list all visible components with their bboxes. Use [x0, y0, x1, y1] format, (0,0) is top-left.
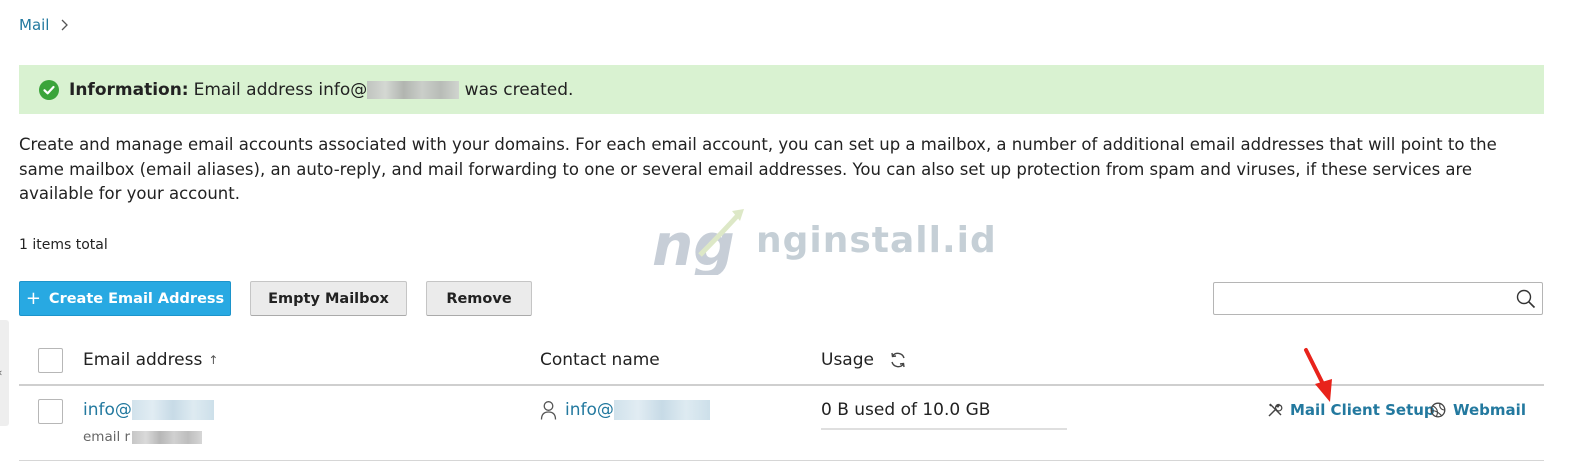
- search-icon[interactable]: [1516, 289, 1536, 309]
- items-total: 1 items total: [19, 237, 108, 253]
- column-email-label: Email address: [83, 350, 203, 370]
- sort-ascending-icon: ↑: [208, 353, 219, 367]
- redacted-domain: [367, 80, 460, 99]
- watermark-text: nginstall.id: [756, 219, 997, 261]
- contact-name-text: info@: [565, 400, 614, 420]
- side-panel-toggle[interactable]: ‹: [0, 320, 9, 426]
- redacted-domain: [131, 400, 214, 420]
- usage-progress-bar: [821, 428, 1067, 430]
- success-alert: Information: Email address info@ was cre…: [19, 65, 1544, 114]
- column-usage-header: Usage: [821, 350, 908, 370]
- mail-client-setup-link[interactable]: Mail Client Setup: [1267, 401, 1435, 419]
- user-icon: [540, 401, 557, 420]
- alert-text-after: was created.: [459, 79, 574, 100]
- watermark-ng-mark: ng: [652, 209, 744, 275]
- tools-icon: [1268, 403, 1283, 417]
- select-all-checkbox[interactable]: [38, 348, 63, 373]
- chevron-left-icon: ‹: [0, 366, 2, 379]
- alert-label: Information:: [69, 79, 189, 100]
- watermark-logo: ng nginstall.id: [650, 205, 997, 275]
- breadcrumb-mail-link[interactable]: Mail: [19, 16, 49, 34]
- redacted-text: [132, 430, 203, 444]
- column-contact-header: Contact name: [540, 350, 660, 370]
- chevron-right-icon: [62, 19, 69, 31]
- email-address-text: info@: [83, 400, 132, 420]
- create-email-address-label: Create Email Address: [48, 290, 225, 307]
- redacted-domain: [613, 400, 710, 420]
- empty-mailbox-button[interactable]: Empty Mailbox: [250, 281, 407, 316]
- webmail-label: Webmail: [1453, 401, 1526, 419]
- globe-icon: [1430, 402, 1446, 418]
- remove-button[interactable]: Remove: [426, 281, 532, 316]
- email-subtext-label: email r: [83, 429, 131, 445]
- annotation-arrow: [1304, 348, 1332, 402]
- page-description: Create and manage email accounts associa…: [19, 135, 1497, 203]
- search-box: [1213, 282, 1543, 315]
- plus-icon: +: [25, 288, 41, 309]
- create-email-address-button[interactable]: + Create Email Address: [19, 281, 231, 316]
- search-input[interactable]: [1214, 283, 1504, 314]
- usage-text: 0 B used of 10.0 GB: [821, 400, 991, 420]
- alert-text-before: Email address info@: [193, 79, 368, 100]
- email-address-link[interactable]: info@: [83, 400, 214, 420]
- refresh-icon[interactable]: [888, 350, 908, 370]
- breadcrumb: Mail: [19, 16, 69, 34]
- check-circle-icon: [39, 79, 59, 100]
- row-checkbox[interactable]: [38, 399, 63, 424]
- webmail-link[interactable]: Webmail: [1430, 401, 1526, 419]
- svg-text:ng: ng: [652, 211, 735, 275]
- contact-name-link[interactable]: info@: [540, 400, 710, 420]
- email-subtext: email r: [83, 429, 203, 445]
- column-usage-label: Usage: [821, 350, 874, 370]
- column-email-header[interactable]: Email address ↑: [83, 350, 218, 370]
